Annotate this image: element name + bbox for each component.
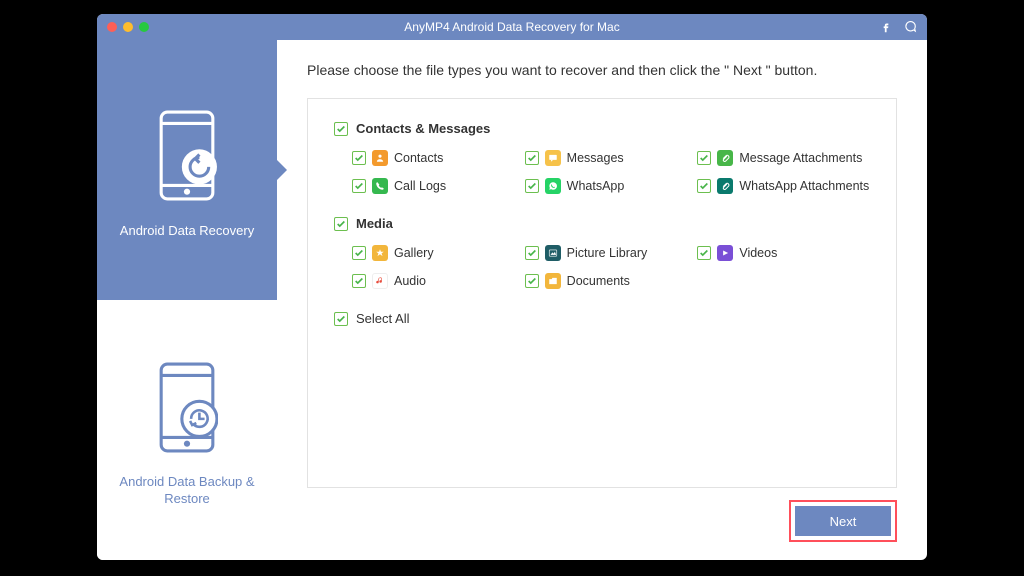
messages-icon [545, 150, 561, 166]
select-all[interactable]: Select All [334, 311, 870, 326]
checkbox-icon[interactable] [334, 122, 348, 136]
filetype-whatsapp[interactable]: WhatsApp [525, 178, 698, 194]
checkbox-icon[interactable] [697, 179, 711, 193]
minimize-icon[interactable] [123, 22, 133, 32]
filetype-messages[interactable]: Messages [525, 150, 698, 166]
content: Android Data Recovery Android Dat [97, 40, 927, 560]
footer: Next [307, 500, 897, 542]
window-controls [107, 22, 149, 32]
whatsapp-attachment-icon [717, 178, 733, 194]
titlebar: AnyMP4 Android Data Recovery for Mac [97, 14, 927, 40]
whatsapp-label: WhatsApp [567, 179, 625, 193]
filetype-videos[interactable]: Videos [697, 245, 870, 261]
filetype-documents[interactable]: Documents [525, 273, 698, 289]
gallery-label: Gallery [394, 246, 434, 260]
whatsapp-icon [545, 178, 561, 194]
contacts-icon [372, 150, 388, 166]
checkbox-icon[interactable] [525, 179, 539, 193]
sidebar-backup-label: Android Data Backup & Restore [109, 474, 265, 508]
documents-icon [545, 273, 561, 289]
feedback-icon[interactable] [903, 20, 917, 34]
close-icon[interactable] [107, 22, 117, 32]
checkbox-icon[interactable] [352, 274, 366, 288]
group-contacts-label: Contacts & Messages [356, 121, 490, 136]
calllogs-label: Call Logs [394, 179, 446, 193]
filetype-msg-attachments[interactable]: Message Attachments [697, 150, 870, 166]
checkbox-icon[interactable] [697, 151, 711, 165]
checkbox-icon[interactable] [352, 151, 366, 165]
next-highlight: Next [789, 500, 897, 542]
filetype-calllogs[interactable]: Call Logs [352, 178, 525, 194]
documents-label: Documents [567, 274, 630, 288]
contacts-label: Contacts [394, 151, 443, 165]
app-window: AnyMP4 Android Data Recovery for Mac [97, 14, 927, 560]
checkbox-icon[interactable] [334, 217, 348, 231]
filetype-picture[interactable]: Picture Library [525, 245, 698, 261]
messages-label: Messages [567, 151, 624, 165]
checkbox-icon[interactable] [697, 246, 711, 260]
audio-label: Audio [394, 274, 426, 288]
file-types-panel: Contacts & Messages Contacts Messages [307, 98, 897, 488]
sidebar-item-recovery[interactable]: Android Data Recovery [97, 40, 277, 300]
audio-icon [372, 273, 388, 289]
group-contacts-messages[interactable]: Contacts & Messages [334, 121, 870, 136]
sidebar: Android Data Recovery Android Dat [97, 40, 277, 560]
select-all-label: Select All [356, 311, 409, 326]
gallery-icon [372, 245, 388, 261]
facebook-icon[interactable] [879, 20, 893, 34]
main-pane: Please choose the file types you want to… [277, 40, 927, 560]
attachment-icon [717, 150, 733, 166]
checkbox-icon[interactable] [525, 246, 539, 260]
videos-icon [717, 245, 733, 261]
checkbox-icon[interactable] [352, 179, 366, 193]
maximize-icon[interactable] [139, 22, 149, 32]
picture-label: Picture Library [567, 246, 648, 260]
checkbox-icon[interactable] [334, 312, 348, 326]
phone-backup-icon [147, 352, 227, 462]
picture-icon [545, 245, 561, 261]
sidebar-recovery-label: Android Data Recovery [120, 223, 254, 240]
app-title: AnyMP4 Android Data Recovery for Mac [97, 20, 927, 34]
group-media[interactable]: Media [334, 216, 870, 231]
instruction-text: Please choose the file types you want to… [307, 62, 897, 78]
filetype-contacts[interactable]: Contacts [352, 150, 525, 166]
sidebar-item-backup[interactable]: Android Data Backup & Restore [97, 300, 277, 560]
next-button[interactable]: Next [795, 506, 891, 536]
filetype-gallery[interactable]: Gallery [352, 245, 525, 261]
filetype-whatsapp-att[interactable]: WhatsApp Attachments [697, 178, 870, 194]
whatsapp-att-label: WhatsApp Attachments [739, 179, 869, 193]
checkbox-icon[interactable] [525, 274, 539, 288]
phone-icon [372, 178, 388, 194]
filetype-audio[interactable]: Audio [352, 273, 525, 289]
checkbox-icon[interactable] [525, 151, 539, 165]
checkbox-icon[interactable] [352, 246, 366, 260]
videos-label: Videos [739, 246, 777, 260]
msg-att-label: Message Attachments [739, 151, 862, 165]
group-media-label: Media [356, 216, 393, 231]
phone-recovery-icon [147, 101, 227, 211]
